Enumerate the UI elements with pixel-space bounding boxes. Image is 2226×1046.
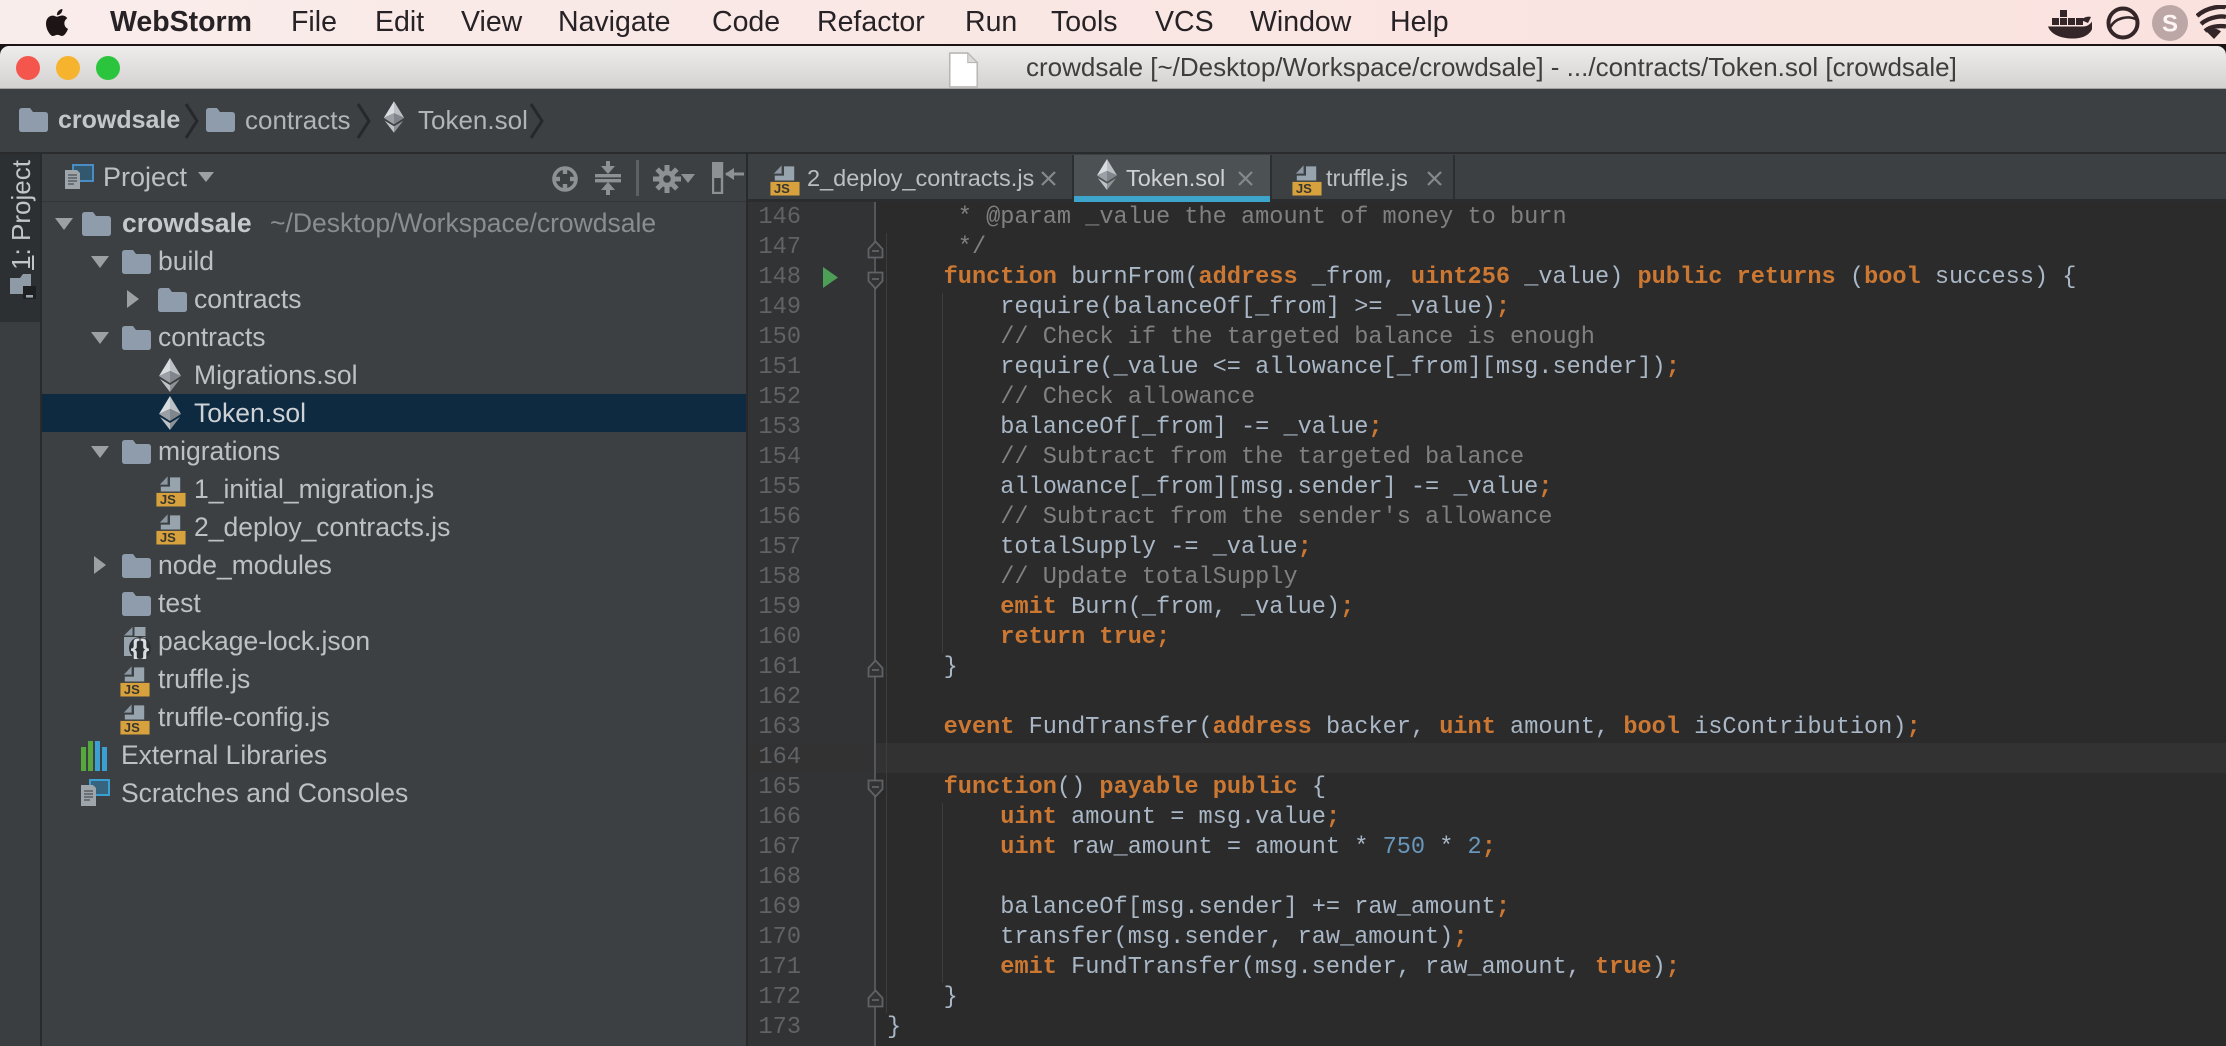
svg-text:JS: JS: [160, 492, 176, 507]
svg-text:JS: JS: [774, 181, 790, 196]
svg-text:JS: JS: [124, 720, 140, 735]
svg-text:JS: JS: [1296, 181, 1312, 196]
svg-text:S: S: [2162, 11, 2178, 38]
svg-text:JS: JS: [124, 682, 140, 697]
svg-text:JS: JS: [160, 530, 176, 545]
svg-text:{}: {}: [131, 635, 150, 659]
